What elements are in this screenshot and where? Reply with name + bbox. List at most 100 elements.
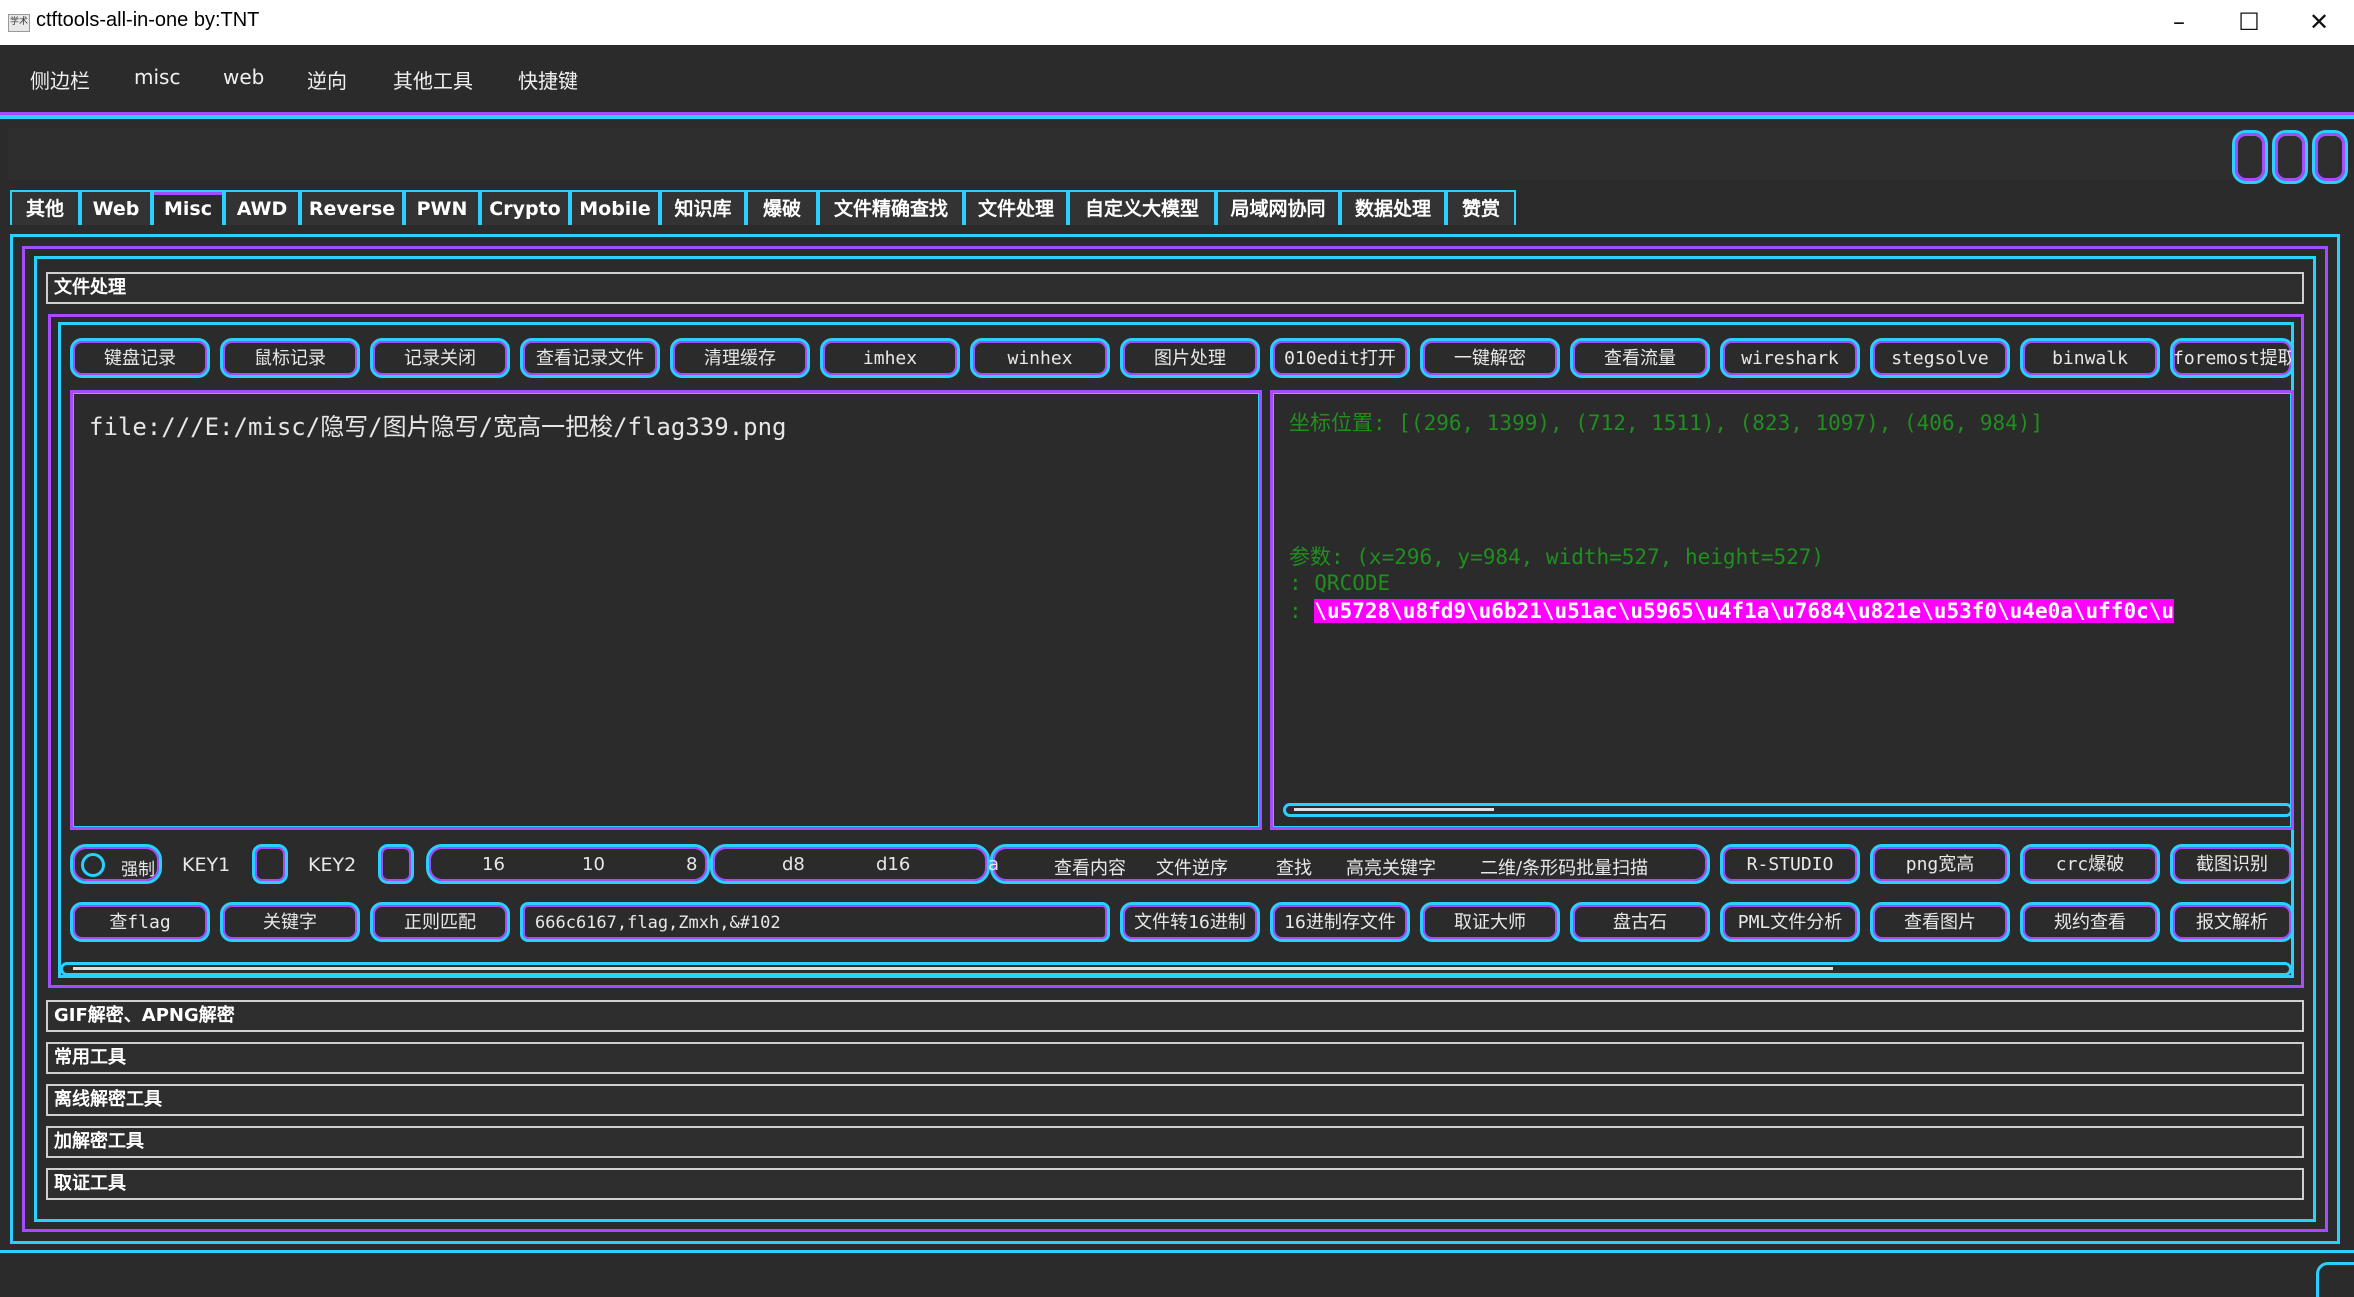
minimize-icon[interactable]: –: [2144, 0, 2214, 45]
tab-web[interactable]: Web: [80, 190, 152, 225]
winhex-button[interactable]: winhex: [970, 338, 1110, 378]
base-16-option[interactable]: 16: [482, 854, 505, 875]
window-title: ctftools-all-in-one by:TNT: [36, 9, 260, 31]
section-offline-tools[interactable]: 离线解密工具: [46, 1084, 2304, 1116]
base-a-option[interactable]: a: [988, 854, 999, 875]
search-pattern-value: 666c6167,flag,Zmxh,&#102: [535, 913, 781, 933]
panel-hscroll-thumb[interactable]: [73, 967, 1833, 970]
tab-file-processing[interactable]: 文件处理: [964, 190, 1068, 225]
key1-input[interactable]: [252, 844, 288, 884]
barcode-batch-scan-button[interactable]: 二维/条形码批量扫描: [1480, 854, 1648, 880]
tab-pwn[interactable]: PWN: [404, 190, 480, 225]
app-icon: 学术: [8, 14, 30, 32]
view-traffic-button[interactable]: 查看流量: [1570, 338, 1710, 378]
bottom-divider: [0, 1250, 2354, 1256]
force-label: 强制: [121, 860, 155, 880]
tab-bruteforce[interactable]: 爆破: [746, 190, 818, 225]
menu-sidebar[interactable]: 侧边栏: [30, 65, 90, 94]
output-decoded-line: : \u5728\u8fd9\u6b21\u51ac\u5965\u4f1a\u…: [1289, 599, 2175, 623]
tab-reverse[interactable]: Reverse: [300, 190, 404, 225]
tab-misc[interactable]: Misc: [152, 190, 224, 225]
packet-parse-button[interactable]: 报文解析: [2170, 902, 2294, 942]
mouse-record-button[interactable]: 鼠标记录: [220, 338, 360, 378]
section-file-processing[interactable]: 文件处理: [46, 272, 2304, 304]
tab-lan-collab[interactable]: 局域网协同: [1216, 190, 1340, 225]
find-button[interactable]: 查找: [1276, 854, 1312, 880]
image-processing-button[interactable]: 图片处理: [1120, 338, 1260, 378]
foremost-extract-button[interactable]: foremost提取: [2170, 338, 2294, 378]
tab-other[interactable]: 其他: [10, 190, 80, 225]
pangu-stone-button[interactable]: 盘古石: [1570, 902, 1710, 942]
resize-grip[interactable]: [2316, 1262, 2354, 1297]
stegsolve-button[interactable]: stegsolve: [1870, 338, 2010, 378]
base-d8-option[interactable]: d8: [782, 854, 805, 875]
menu-other-tools[interactable]: 其他工具: [393, 65, 473, 94]
view-record-file-button[interactable]: 查看记录文件: [520, 338, 660, 378]
clear-cache-button[interactable]: 清理缓存: [670, 338, 810, 378]
forensic-master-button[interactable]: 取证大师: [1420, 902, 1560, 942]
tab-crypto[interactable]: Crypto: [480, 190, 570, 225]
section-crypto-tools[interactable]: 加解密工具: [46, 1126, 2304, 1158]
imhex-button[interactable]: imhex: [820, 338, 960, 378]
hex-save-file-button[interactable]: 16进制存文件: [1270, 902, 1410, 942]
search-pattern-input[interactable]: 666c6167,flag,Zmxh,&#102: [520, 902, 1110, 942]
force-toggle[interactable]: 强制: [70, 844, 162, 884]
menu-reverse[interactable]: 逆向: [307, 65, 347, 94]
base-d16-option[interactable]: d16: [876, 854, 910, 875]
wireshark-button[interactable]: wireshark: [1720, 338, 1860, 378]
one-click-decrypt-button[interactable]: 一键解密: [1420, 338, 1560, 378]
tab-custom-llm[interactable]: 自定义大模型: [1068, 190, 1216, 225]
base-8-option[interactable]: 8: [686, 854, 697, 875]
menu-misc[interactable]: misc: [134, 65, 180, 89]
base-10-option[interactable]: 10: [582, 854, 605, 875]
section-forensic-tools[interactable]: 取证工具: [46, 1168, 2304, 1200]
tab-data-processing[interactable]: 数据处理: [1340, 190, 1446, 225]
toolbar-button-3[interactable]: [2312, 130, 2348, 184]
output-textarea[interactable]: 坐标位置: [(296, 1399), (712, 1511), (823, 1…: [1270, 390, 2294, 830]
open-010edit-button[interactable]: 010edit打开: [1270, 338, 1410, 378]
output-hscroll-thumb[interactable]: [1294, 808, 1494, 811]
r-studio-button[interactable]: R-STUDIO: [1720, 844, 1860, 884]
file-to-hex-button[interactable]: 文件转16进制: [1120, 902, 1260, 942]
panel-hscrollbar[interactable]: [60, 962, 2292, 976]
menu-shortcuts[interactable]: 快捷键: [518, 65, 578, 94]
window-title-bar: 学术 ctftools-all-in-one by:TNT – ☐ ✕: [0, 0, 2354, 45]
base-selector-group-2: [710, 844, 990, 884]
tab-mobile[interactable]: Mobile: [570, 190, 660, 225]
pml-analysis-button[interactable]: PML文件分析: [1720, 902, 1860, 942]
file-reverse-button[interactable]: 文件逆序: [1156, 854, 1228, 880]
tab-knowledge[interactable]: 知识库: [660, 190, 746, 225]
menu-bar: 侧边栏 misc web 逆向 其他工具 快捷键: [0, 45, 2354, 115]
check-flag-button[interactable]: 查flag: [70, 902, 210, 942]
view-content-button[interactable]: 查看内容: [1054, 854, 1126, 880]
screenshot-ocr-button[interactable]: 截图识别: [2170, 844, 2294, 884]
key2-label: KEY2: [308, 854, 357, 876]
section-common-tools[interactable]: 常用工具: [46, 1042, 2304, 1074]
tab-awd[interactable]: AWD: [224, 190, 300, 225]
menu-web[interactable]: web: [223, 65, 264, 89]
key2-input[interactable]: [378, 844, 414, 884]
regex-match-button[interactable]: 正则匹配: [370, 902, 510, 942]
view-image-button[interactable]: 查看图片: [1870, 902, 2010, 942]
protocol-view-button[interactable]: 规约查看: [2020, 902, 2160, 942]
keyboard-record-button[interactable]: 键盘记录: [70, 338, 210, 378]
tab-file-search[interactable]: 文件精确查找: [818, 190, 964, 225]
output-decoded-prefix: :: [1289, 599, 1315, 623]
maximize-icon[interactable]: ☐: [2214, 0, 2284, 45]
record-close-button[interactable]: 记录关闭: [370, 338, 510, 378]
toolbar-button-2[interactable]: [2272, 130, 2308, 184]
force-radio-icon[interactable]: [81, 853, 105, 877]
section-gif-decrypt[interactable]: GIF解密、APNG解密: [46, 1000, 2304, 1032]
output-decoded-highlight: \u5728\u8fd9\u6b21\u51ac\u5965\u4f1a\u76…: [1314, 599, 2175, 623]
crc-brute-button[interactable]: crc爆破: [2020, 844, 2160, 884]
output-hscrollbar[interactable]: [1283, 803, 2291, 817]
keyword-button[interactable]: 关键字: [220, 902, 360, 942]
highlight-keyword-button[interactable]: 高亮关键字: [1346, 854, 1436, 880]
file-path-textarea[interactable]: file:///E:/misc/隐写/图片隐写/宽高一把梭/flag339.pn…: [70, 390, 1262, 830]
tab-donate[interactable]: 赞赏: [1446, 190, 1516, 225]
key1-label: KEY1: [182, 854, 231, 876]
png-size-button[interactable]: png宽高: [1870, 844, 2010, 884]
close-icon[interactable]: ✕: [2284, 0, 2354, 45]
binwalk-button[interactable]: binwalk: [2020, 338, 2160, 378]
toolbar-button-1[interactable]: [2232, 130, 2268, 184]
